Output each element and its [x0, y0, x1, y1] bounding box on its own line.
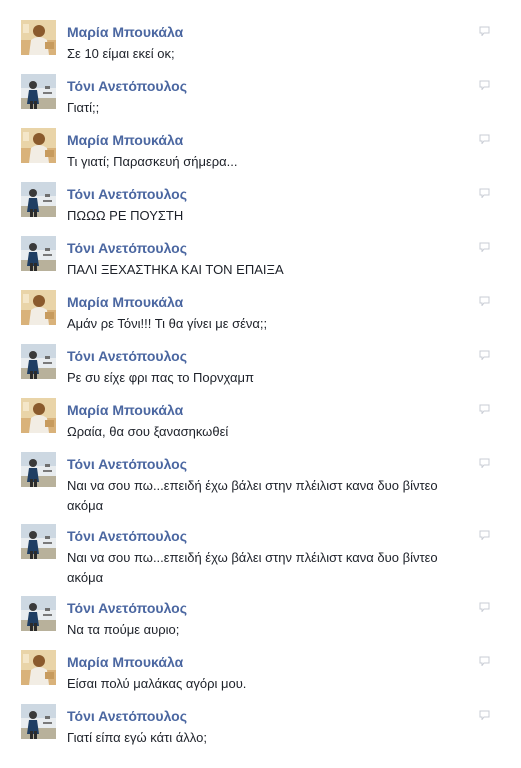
avatar-maria[interactable] — [21, 128, 56, 163]
author-name[interactable]: Τόνι Ανετόπουλος — [67, 186, 187, 202]
message-thread: Μαρία Μπουκάλα Σε 10 είμαι εκεί οκ; Τόνι … — [0, 18, 521, 756]
speech-bubble-icon[interactable] — [479, 80, 490, 90]
message-text: Ωραία, θα σου ξανασηκωθεί — [67, 424, 229, 439]
avatar-toni[interactable] — [21, 236, 56, 271]
message-row: Μαρία Μπουκάλα Είσαι πολύ μαλάκας αγόρι μ… — [0, 648, 521, 702]
author-name[interactable]: Τόνι Ανετόπουλος — [67, 600, 187, 616]
speech-bubble-icon[interactable] — [479, 188, 490, 198]
speech-bubble-icon[interactable] — [479, 296, 490, 306]
author-name[interactable]: Μαρία Μπουκάλα — [67, 132, 183, 148]
message-row: Τόνι Ανετόπουλος Γιατί είπα εγώ κάτι άλλο… — [0, 702, 521, 756]
avatar-maria[interactable] — [21, 20, 56, 55]
message-row: Τόνι Ανετόπουλος Ναι να σου πω...επειδή έ… — [0, 450, 521, 522]
message-row: Τόνι Ανετόπουλος Ναι να σου πω...επειδή έ… — [0, 522, 521, 594]
avatar-toni[interactable] — [21, 182, 56, 217]
message-row: Μαρία Μπουκάλα Τι γιατί; Παρασκευή σήμερα… — [0, 126, 521, 180]
avatar-toni[interactable] — [21, 524, 56, 559]
message-text: Αμάν ρε Τόνι!!! Τι θα γίνει με σένα;; — [67, 316, 268, 331]
author-name[interactable]: Μαρία Μπουκάλα — [67, 24, 183, 40]
message-text: ΠΑΛΙ ΞΕΧΑΣΤΗΚΑ ΚΑΙ ΤΟΝ ΕΠΑΙΞΑ — [67, 262, 284, 277]
author-name[interactable]: Τόνι Ανετόπουλος — [67, 708, 187, 724]
avatar-maria[interactable] — [21, 650, 56, 685]
avatar-toni[interactable] — [21, 344, 56, 379]
author-name[interactable]: Τόνι Ανετόπουλος — [67, 528, 187, 544]
message-row: Μαρία Μπουκάλα Σε 10 είμαι εκεί οκ; — [0, 18, 521, 72]
speech-bubble-icon[interactable] — [479, 710, 490, 720]
avatar-toni[interactable] — [21, 704, 56, 739]
speech-bubble-icon[interactable] — [479, 656, 490, 666]
author-name[interactable]: Μαρία Μπουκάλα — [67, 402, 183, 418]
speech-bubble-icon[interactable] — [479, 530, 490, 540]
avatar-toni[interactable] — [21, 74, 56, 109]
message-row: Μαρία Μπουκάλα Ωραία, θα σου ξανασηκωθεί — [0, 396, 521, 450]
message-text: Είσαι πολύ μαλάκας αγόρι μου. — [67, 676, 247, 691]
speech-bubble-icon[interactable] — [479, 458, 490, 468]
message-text: Ναι να σου πω...επειδή έχω βάλει στην πλ… — [67, 478, 438, 513]
author-name[interactable]: Τόνι Ανετόπουλος — [67, 78, 187, 94]
author-name[interactable]: Μαρία Μπουκάλα — [67, 294, 183, 310]
message-row: Τόνι Ανετόπουλος Να τα πούμε αυριο; — [0, 594, 521, 648]
avatar-toni[interactable] — [21, 452, 56, 487]
author-name[interactable]: Τόνι Ανετόπουλος — [67, 348, 187, 364]
avatar-maria[interactable] — [21, 290, 56, 325]
message-text: Να τα πούμε αυριο; — [67, 622, 180, 637]
message-row: Τόνι Ανετόπουλος Γιατί;; — [0, 72, 521, 126]
author-name[interactable]: Τόνι Ανετόπουλος — [67, 240, 187, 256]
message-row: Τόνι Ανετόπουλος ΠΑΛΙ ΞΕΧΑΣΤΗΚΑ ΚΑΙ ΤΟΝ Ε… — [0, 234, 521, 288]
avatar-maria[interactable] — [21, 398, 56, 433]
message-text: Γιατί;; — [67, 100, 100, 115]
speech-bubble-icon[interactable] — [479, 26, 490, 36]
speech-bubble-icon[interactable] — [479, 242, 490, 252]
message-row: Μαρία Μπουκάλα Αμάν ρε Τόνι!!! Τι θα γίνε… — [0, 288, 521, 342]
author-name[interactable]: Τόνι Ανετόπουλος — [67, 456, 187, 472]
message-text: ΠΩΩΩ ΡΕ ΠΟΥΣΤΗ — [67, 208, 184, 223]
message-row: Τόνι Ανετόπουλος ΠΩΩΩ ΡΕ ΠΟΥΣΤΗ — [0, 180, 521, 234]
message-text: Τι γιατί; Παρασκευή σήμερα... — [67, 154, 238, 169]
speech-bubble-icon[interactable] — [479, 404, 490, 414]
message-text: Ρε συ είχε φρι πας το Πορνχαμπ — [67, 370, 254, 385]
speech-bubble-icon[interactable] — [479, 350, 490, 360]
message-text: Γιατί είπα εγώ κάτι άλλο; — [67, 730, 207, 745]
message-text: Σε 10 είμαι εκεί οκ; — [67, 46, 175, 61]
message-row: Τόνι Ανετόπουλος Ρε συ είχε φρι πας το Πο… — [0, 342, 521, 396]
author-name[interactable]: Μαρία Μπουκάλα — [67, 654, 183, 670]
avatar-toni[interactable] — [21, 596, 56, 631]
speech-bubble-icon[interactable] — [479, 134, 490, 144]
message-text: Ναι να σου πω...επειδή έχω βάλει στην πλ… — [67, 550, 438, 585]
speech-bubble-icon[interactable] — [479, 602, 490, 612]
